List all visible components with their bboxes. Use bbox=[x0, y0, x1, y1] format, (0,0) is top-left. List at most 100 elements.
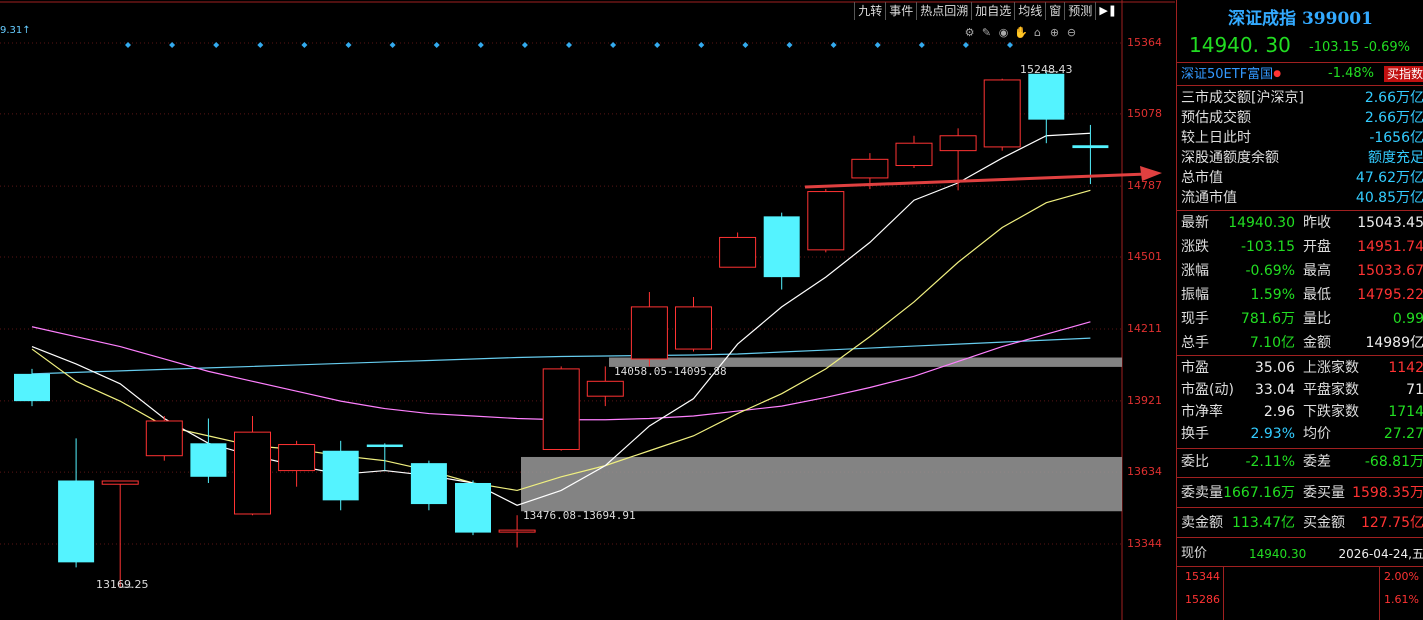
zone-label-lower: 13476.08-13694.91 bbox=[523, 509, 636, 522]
bottom-price: 14940.30 bbox=[1249, 547, 1307, 561]
zoom-out-icon[interactable]: ⊖ bbox=[1065, 26, 1078, 39]
buy-amount: 127.75亿 bbox=[1361, 515, 1423, 531]
buy-amount-label: 买金额 bbox=[1303, 515, 1345, 531]
mini-price: 15286 bbox=[1185, 593, 1220, 606]
valuation-label: 换手 bbox=[1181, 426, 1209, 442]
amounts-row: 卖金额 113.47亿 买金额 127.75亿 bbox=[1181, 513, 1423, 533]
quote-panel: 深证成指 399001 14940. 30 -103.15 -0.69% 深证5… bbox=[1176, 0, 1423, 620]
quote-value: -0.69% bbox=[1245, 263, 1295, 279]
sell-volume: 1667.16万 bbox=[1223, 485, 1295, 501]
quote-label: 最低 bbox=[1303, 287, 1331, 303]
quote-value: 14951.74 bbox=[1357, 239, 1423, 255]
settings-icon[interactable]: ⚙ bbox=[963, 26, 976, 39]
candle-body bbox=[498, 529, 536, 533]
y-tick-label: 14211 bbox=[1127, 322, 1162, 335]
valuation-value: 1142 bbox=[1388, 360, 1423, 376]
candle-body bbox=[278, 444, 316, 472]
price-change-pct: -0.69% bbox=[1364, 40, 1410, 55]
market-info-label: 流通市值 bbox=[1181, 190, 1237, 206]
candle-body bbox=[763, 216, 800, 278]
valuation-row: 市净率 2.96 下跌家数 1714 bbox=[1181, 402, 1423, 422]
toolbar-events[interactable]: 事件 bbox=[885, 2, 916, 20]
y-tick-label: 13634 bbox=[1127, 465, 1162, 478]
play-pause-icon[interactable]: ▶❚ bbox=[1095, 2, 1120, 20]
valuation-row: 市盈 35.06 上涨家数 1142 bbox=[1181, 358, 1423, 378]
low-annotation: 13169.25 bbox=[96, 578, 149, 591]
etf-pct: -1.48% bbox=[1328, 66, 1374, 81]
candle-body bbox=[719, 236, 757, 268]
candle-body bbox=[939, 135, 977, 152]
quote-row: 总手 7.10亿 金额 14989亿 bbox=[1181, 333, 1423, 353]
kline-chart[interactable] bbox=[0, 0, 1175, 620]
commission-row: 委比 -2.11% 委差 -68.81万 bbox=[1181, 452, 1423, 472]
candle-body bbox=[851, 158, 889, 179]
signal-diamond bbox=[610, 42, 617, 48]
signal-diamond bbox=[345, 42, 352, 48]
commission-diff-label: 委差 bbox=[1303, 454, 1331, 470]
signal-diamond bbox=[874, 42, 881, 48]
quote-row: 涨跌 -103.15 开盘 14951.74 bbox=[1181, 237, 1423, 257]
candle-body bbox=[366, 444, 403, 448]
candle-body bbox=[455, 482, 491, 533]
toolbar-ma[interactable]: 均线 bbox=[1014, 2, 1045, 20]
buy-index-button[interactable]: 买指数 bbox=[1384, 66, 1423, 82]
signal-diamond bbox=[654, 42, 661, 48]
toolbar-forecast[interactable]: 预测 bbox=[1064, 2, 1095, 20]
quote-date: 2026-04-24,五 bbox=[1338, 547, 1423, 561]
zoom-in-icon[interactable]: ⊕ bbox=[1048, 26, 1061, 39]
signal-diamond bbox=[521, 42, 528, 48]
market-info-label: 预估成交额 bbox=[1181, 110, 1251, 126]
signal-diamond bbox=[698, 42, 705, 48]
lock-icon[interactable]: ⌂ bbox=[1031, 26, 1044, 39]
quote-value: 14989亿 bbox=[1365, 335, 1423, 351]
market-info-value: 47.62万亿 bbox=[1355, 170, 1423, 186]
quote-value: 14795.22 bbox=[1357, 287, 1423, 303]
chart-mini-tools: ⚙ ✎ ◉ ✋ ⌂ ⊕ ⊖ bbox=[963, 26, 1078, 39]
quote-value: 1.59% bbox=[1250, 287, 1295, 303]
quote-label: 振幅 bbox=[1181, 287, 1209, 303]
zone-label-upper: 14058.05-14095.88 bbox=[614, 365, 727, 378]
support-zone bbox=[521, 456, 1122, 512]
etf-row[interactable]: 深证50ETF富国● -1.48% 买指数 bbox=[1181, 64, 1423, 84]
toolbar-jiuzhuan[interactable]: 九转 bbox=[854, 2, 885, 20]
signal-diamond bbox=[169, 42, 176, 48]
quote-value: 0.99 bbox=[1392, 311, 1423, 327]
signal-diamond bbox=[213, 42, 220, 48]
price-change: -103.15 bbox=[1309, 40, 1360, 55]
current-price: 14940. 30 bbox=[1189, 33, 1291, 57]
market-info-row: 预估成交额 2.66万亿 bbox=[1181, 108, 1423, 128]
toolbar-window[interactable]: 窗 bbox=[1045, 2, 1064, 20]
hand-icon[interactable]: ✋ bbox=[1014, 26, 1028, 39]
valuation-label: 市盈 bbox=[1181, 360, 1209, 376]
candle-body bbox=[675, 306, 712, 350]
top-left-label: 9.31↑ bbox=[0, 25, 31, 36]
quote-label: 最高 bbox=[1303, 263, 1331, 279]
valuation-value: 2.96 bbox=[1263, 404, 1295, 420]
quote-label: 涨跌 bbox=[1181, 239, 1209, 255]
valuation-value: 33.04 bbox=[1254, 382, 1295, 398]
quote-row: 现手 781.6万 量比 0.99 bbox=[1181, 309, 1423, 329]
toolbar-hotspot[interactable]: 热点回溯 bbox=[916, 2, 971, 20]
candle-body bbox=[234, 431, 271, 515]
sell-amount-label: 卖金额 bbox=[1181, 515, 1223, 531]
pen-icon[interactable]: ✎ bbox=[980, 26, 993, 39]
valuation-value: 2.93% bbox=[1250, 426, 1295, 442]
y-tick-label: 13344 bbox=[1127, 537, 1162, 550]
mini-price: 15344 bbox=[1185, 570, 1220, 583]
candle-body bbox=[630, 306, 668, 360]
quote-label: 现手 bbox=[1181, 311, 1209, 327]
eye-icon[interactable]: ◉ bbox=[997, 26, 1010, 39]
candle-body bbox=[14, 373, 50, 402]
quote-label: 涨幅 bbox=[1181, 263, 1209, 279]
candle-body bbox=[895, 142, 933, 167]
candle-body bbox=[983, 79, 1021, 148]
bottom-price-row: 现价 14940.30 2026-04-24,五 bbox=[1181, 544, 1423, 564]
quote-label: 昨收 bbox=[1303, 215, 1331, 231]
quote-value: 15033.67 bbox=[1357, 263, 1423, 279]
toolbar-add-watchlist[interactable]: 加自选 bbox=[971, 2, 1014, 20]
candle-body bbox=[145, 420, 183, 457]
etf-name[interactable]: 深证50ETF富国 bbox=[1181, 67, 1273, 82]
valuation-row: 换手 2.93% 均价 27.27 bbox=[1181, 424, 1423, 444]
kline-chart-area[interactable]: 9.31↑ 九转 事件 热点回溯 加自选 均线 窗 预测 ▶❚ ⚙ ✎ ◉ ✋ … bbox=[0, 0, 1175, 620]
sell-amount: 113.47亿 bbox=[1232, 515, 1295, 531]
